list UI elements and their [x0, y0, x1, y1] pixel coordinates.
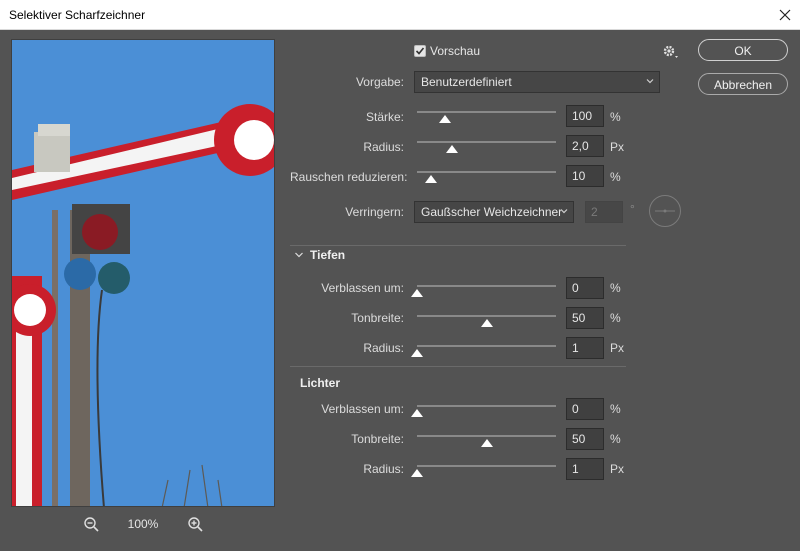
ok-button[interactable]: OK: [698, 39, 788, 61]
settings-menu-button[interactable]: [662, 44, 682, 60]
preview-image[interactable]: [11, 39, 275, 507]
highlights-section-title: Lichter: [300, 376, 341, 390]
zoom-out-icon: [84, 517, 99, 532]
shadows-tonal-field[interactable]: 50: [566, 307, 604, 329]
shadows-radius-unit: Px: [610, 341, 625, 355]
remove-value: Gaußscher Weichzeichner: [421, 205, 563, 219]
preview-label: Vorschau: [430, 44, 481, 58]
shadows-fade-unit: %: [610, 281, 621, 295]
shadows-fade-field[interactable]: 0: [566, 277, 604, 299]
amount-label: Stärke:: [365, 110, 404, 124]
shadows-radius-track[interactable]: [417, 345, 556, 347]
shadows-tonal-unit: %: [610, 311, 621, 325]
section-divider: [290, 366, 626, 367]
shadows-fade-track[interactable]: [417, 285, 556, 287]
radius-unit: Px: [610, 140, 625, 154]
zoom-level: 100%: [127, 517, 159, 531]
zoom-in-icon: [188, 517, 203, 532]
radius-track[interactable]: [417, 141, 556, 143]
highlights-radius-unit: Px: [610, 462, 625, 476]
noise-field[interactable]: 10: [566, 165, 604, 187]
window-title: Selektiver Scharfzeichner: [9, 8, 146, 22]
highlights-tonal-unit: %: [610, 432, 621, 446]
semaphore-signal-image: [12, 40, 274, 506]
cancel-button[interactable]: Abbrechen: [698, 73, 788, 95]
highlights-tonal-field[interactable]: 50: [566, 428, 604, 450]
checkmark-icon: [415, 47, 425, 55]
angle-field[interactable]: 2: [585, 201, 623, 223]
radius-field[interactable]: 2,0: [566, 135, 604, 157]
highlights-fade-label: Verblassen um:: [321, 402, 404, 416]
noise-label: Rauschen reduzieren:: [290, 170, 408, 184]
chevron-down-icon: [295, 252, 303, 258]
highlights-tonal-track[interactable]: [417, 435, 556, 437]
shadows-collapse-toggle[interactable]: [294, 249, 304, 259]
remove-label: Verringern:: [345, 205, 404, 219]
amount-slider-thumb[interactable]: [438, 115, 451, 123]
section-divider: [290, 245, 626, 246]
chevron-down-icon: [646, 79, 654, 84]
close-button[interactable]: [770, 0, 800, 30]
angle-dial[interactable]: [648, 194, 682, 228]
highlights-tonal-label: Tonbreite:: [351, 432, 404, 446]
highlights-radius-slider-thumb[interactable]: [411, 469, 423, 477]
angle-dial-icon: [649, 195, 681, 227]
preset-label: Vorgabe:: [355, 75, 404, 89]
shadows-tonal-track[interactable]: [417, 315, 556, 317]
highlights-tonal-slider-thumb[interactable]: [480, 439, 493, 447]
shadows-tonal-slider-thumb[interactable]: [480, 319, 493, 327]
preset-value: Benutzerdefiniert: [421, 75, 512, 89]
amount-unit: %: [610, 110, 621, 124]
angle-unit: °: [630, 202, 635, 216]
shadows-fade-label: Verblassen um:: [321, 281, 404, 295]
zoom-bar: 100%: [11, 514, 275, 534]
shadows-radius-field[interactable]: 1: [566, 337, 604, 359]
zoom-in-button[interactable]: [187, 516, 205, 534]
preview-checkbox[interactable]: [414, 45, 426, 57]
radius-slider-thumb[interactable]: [445, 145, 458, 153]
shadows-section-title: Tiefen: [310, 248, 346, 262]
highlights-fade-slider-thumb[interactable]: [411, 409, 423, 417]
noise-track[interactable]: [417, 171, 556, 173]
chevron-down-icon: [560, 209, 568, 214]
shadows-radius-label: Radius:: [363, 341, 404, 355]
shadows-fade-slider-thumb[interactable]: [411, 289, 423, 297]
dialog-body: 100% Vorschau OK Abbrechen Vorgabe: Benu…: [0, 30, 800, 551]
close-icon: [779, 9, 791, 21]
highlights-radius-label: Radius:: [363, 462, 404, 476]
remove-select[interactable]: Gaußscher Weichzeichner: [414, 201, 574, 223]
shadows-tonal-label: Tonbreite:: [351, 311, 404, 325]
shadows-radius-slider-thumb[interactable]: [411, 349, 423, 357]
noise-unit: %: [610, 170, 621, 184]
gear-icon: [663, 45, 678, 58]
highlights-fade-field[interactable]: 0: [566, 398, 604, 420]
highlights-radius-track[interactable]: [417, 465, 556, 467]
amount-track[interactable]: [417, 111, 556, 113]
radius-label: Radius:: [363, 140, 404, 154]
highlights-radius-field[interactable]: 1: [566, 458, 604, 480]
highlights-fade-track[interactable]: [417, 405, 556, 407]
noise-slider-thumb[interactable]: [424, 175, 437, 183]
title-bar: Selektiver Scharfzeichner: [0, 0, 800, 30]
preset-select[interactable]: Benutzerdefiniert: [414, 71, 660, 93]
highlights-fade-unit: %: [610, 402, 621, 416]
zoom-out-button[interactable]: [83, 516, 101, 534]
amount-field[interactable]: 100: [566, 105, 604, 127]
